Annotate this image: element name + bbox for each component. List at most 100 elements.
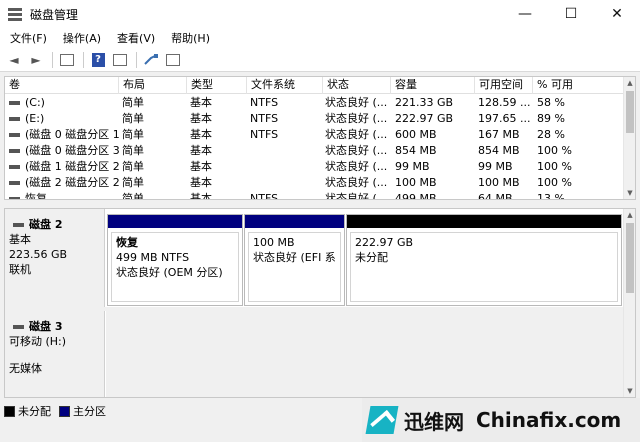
volume-layout: 简单	[122, 96, 144, 109]
table-row[interactable]: (磁盘 1 磁盘分区 2) 简单 基本 状态良好 (... 99 MB 99 M…	[5, 159, 625, 175]
scroll-thumb[interactable]	[626, 91, 634, 133]
col-filesystem[interactable]: 文件系统	[247, 77, 323, 94]
volume-list-scrollbar[interactable]: ▲ ▼	[623, 77, 635, 199]
volume-status: 状态良好 (...	[325, 192, 388, 200]
legend-primary-label: 主分区	[73, 405, 106, 418]
disk-3-area	[106, 311, 624, 397]
volume-type: 基本	[190, 176, 212, 189]
col-volume[interactable]: 卷	[5, 77, 119, 94]
volume-name: (E:)	[25, 112, 45, 125]
partition-status: 状态良好 (EFI 系统	[253, 251, 336, 264]
col-type[interactable]: 类型	[187, 77, 247, 94]
table-row[interactable]: (磁盘 0 磁盘分区 1) 简单 基本 NTFS 状态良好 (... 600 M…	[5, 127, 625, 143]
volume-name: (磁盘 0 磁盘分区 1)	[25, 128, 119, 141]
volume-name: (磁盘 1 磁盘分区 2)	[25, 160, 119, 173]
col-status[interactable]: 状态	[323, 77, 391, 94]
connect-icon[interactable]	[141, 50, 161, 70]
title-bar: 磁盘管理 — ☐ ✕	[0, 0, 640, 28]
volume-icon	[9, 117, 20, 121]
partition-bar	[347, 215, 621, 228]
volume-status: 状态良好 (...	[325, 112, 388, 125]
scroll-down-icon[interactable]: ▼	[624, 187, 635, 199]
legend: 未分配 主分区	[4, 402, 114, 420]
volume-percent: 100 %	[537, 160, 572, 173]
back-icon[interactable]: ◄	[4, 50, 24, 70]
col-percent-free[interactable]: % 可用	[533, 77, 625, 94]
volume-name: (C:)	[25, 96, 45, 109]
toolbar-separator	[52, 51, 53, 68]
watermark: 迅维网 Chinafix.com	[362, 398, 640, 442]
properties-icon[interactable]	[110, 50, 130, 70]
volume-free: 99 MB	[478, 160, 513, 173]
partition-bar	[108, 215, 242, 228]
disk-management-icon	[8, 7, 24, 21]
partition-efi[interactable]: 100 MB 状态良好 (EFI 系统	[244, 214, 345, 306]
volume-icon	[9, 149, 20, 153]
partition-status: 未分配	[355, 251, 388, 264]
volume-layout: 简单	[122, 192, 144, 200]
volume-capacity: 221.33 GB	[395, 96, 454, 109]
volume-layout: 简单	[122, 112, 144, 125]
table-row[interactable]: (磁盘 2 磁盘分区 2) 简单 基本 状态良好 (... 100 MB 100…	[5, 175, 625, 191]
volume-type: 基本	[190, 160, 212, 173]
maximize-button[interactable]: ☐	[548, 0, 594, 28]
show-hide-console-tree-icon[interactable]	[57, 50, 77, 70]
toolbar: ◄ ► ?	[0, 48, 640, 72]
toolbar-separator	[136, 51, 137, 68]
disk-graphical-view: 磁盘 2 基本 223.56 GB 联机 恢复 499 MB NTFS 状态良好…	[4, 208, 636, 398]
col-layout[interactable]: 布局	[119, 77, 187, 94]
volume-percent: 28 %	[537, 128, 565, 141]
volume-icon	[9, 197, 20, 199]
volume-layout: 简单	[122, 160, 144, 173]
scroll-up-icon[interactable]: ▲	[624, 77, 635, 89]
close-button[interactable]: ✕	[594, 0, 640, 28]
volume-icon	[9, 101, 20, 105]
scroll-thumb[interactable]	[626, 223, 634, 293]
disk-view-scrollbar[interactable]: ▲ ▼	[623, 209, 635, 397]
volume-status: 状态良好 (...	[325, 128, 388, 141]
volume-type: 基本	[190, 96, 212, 109]
volume-type: 基本	[190, 128, 212, 141]
volume-capacity: 100 MB	[395, 176, 437, 189]
volume-name: (磁盘 2 磁盘分区 2)	[25, 176, 119, 189]
volume-percent: 58 %	[537, 96, 565, 109]
partition-size: 499 MB NTFS	[116, 251, 190, 264]
volume-type: 基本	[190, 192, 212, 200]
minimize-button[interactable]: —	[502, 0, 548, 28]
volume-free: 100 MB	[478, 176, 520, 189]
table-row[interactable]: 恢复 简单 基本 NTFS 状态良好 (... 499 MB 64 MB 13 …	[5, 191, 625, 200]
partition-size: 222.97 GB	[355, 236, 414, 249]
window-title: 磁盘管理	[30, 7, 79, 22]
disk-2-label[interactable]: 磁盘 2 基本 223.56 GB 联机	[5, 209, 105, 307]
forward-icon[interactable]: ►	[26, 50, 46, 70]
table-row[interactable]: (磁盘 0 磁盘分区 3) 简单 基本 状态良好 (... 854 MB 854…	[5, 143, 625, 159]
col-capacity[interactable]: 容量	[391, 77, 475, 94]
legend-unallocated-swatch	[4, 405, 15, 417]
volume-capacity: 854 MB	[395, 144, 437, 157]
volume-list: 卷 布局 类型 文件系统 状态 容量 可用空间 % 可用 (C:) 简单 基本 …	[4, 76, 636, 200]
volume-free: 197.65 ...	[478, 112, 531, 125]
list-view-icon[interactable]	[163, 50, 183, 70]
menu-action[interactable]: 操作(A)	[57, 30, 107, 46]
disk-2-type: 基本	[9, 233, 31, 246]
volume-name: 恢复	[25, 192, 47, 200]
table-row[interactable]: (E:) 简单 基本 NTFS 状态良好 (... 222.97 GB 197.…	[5, 111, 625, 127]
volume-status: 状态良好 (...	[325, 160, 388, 173]
volume-fs: NTFS	[250, 96, 279, 109]
scroll-up-icon[interactable]: ▲	[624, 209, 635, 221]
scroll-down-icon[interactable]: ▼	[624, 385, 635, 397]
table-row[interactable]: (C:) 简单 基本 NTFS 状态良好 (... 221.33 GB 128.…	[5, 95, 625, 111]
col-free-space[interactable]: 可用空间	[475, 77, 533, 94]
disk-3-label[interactable]: 磁盘 3 可移动 (H:) 无媒体	[5, 311, 105, 397]
menu-file[interactable]: 文件(F)	[4, 30, 53, 46]
menu-view[interactable]: 查看(V)	[111, 30, 161, 46]
disk-2-size: 223.56 GB	[9, 248, 68, 261]
partition-size: 100 MB	[253, 236, 295, 249]
partition-recovery[interactable]: 恢复 499 MB NTFS 状态良好 (OEM 分区)	[107, 214, 243, 306]
partition-unallocated[interactable]: 222.97 GB 未分配	[346, 214, 622, 306]
menu-help[interactable]: 帮助(H)	[165, 30, 216, 46]
partition-title: 恢复	[116, 236, 138, 249]
chinafix-logo-icon	[365, 406, 399, 434]
volume-name: (磁盘 0 磁盘分区 3)	[25, 144, 119, 157]
help-icon[interactable]: ?	[88, 50, 108, 70]
